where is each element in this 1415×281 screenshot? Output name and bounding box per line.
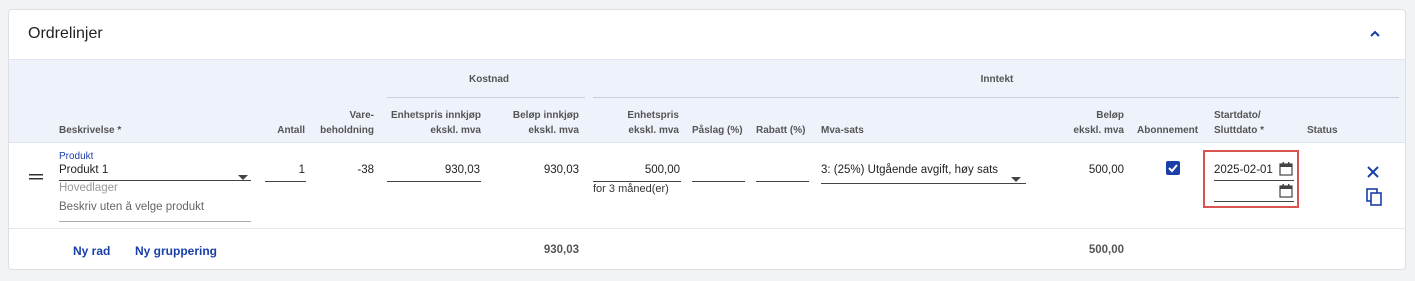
new-group-link[interactable]: Ny gruppering (135, 244, 217, 258)
unit-cost-input[interactable]: 930,03 (387, 164, 480, 176)
group-divider-income (593, 97, 1399, 98)
col-header-cost-amount-line1: Beløp innkjøp (512, 110, 579, 121)
chevron-up-icon[interactable] (1365, 24, 1385, 44)
start-date-underline (1214, 180, 1294, 181)
col-header-unit-cost-line2: ekskl. mva (430, 125, 481, 136)
period-note: for 3 måned(er) (593, 183, 669, 195)
col-header-amount-line2: ekskl. mva (1073, 125, 1124, 136)
discount-underline (756, 181, 809, 182)
group-label-income: Inntekt (980, 74, 1014, 85)
quantity-underline (265, 181, 306, 182)
col-header-amount: Beløp ekskl. mva (1049, 108, 1124, 138)
col-header-discount: Rabatt (%) (756, 125, 806, 136)
unit-cost-underline (387, 181, 481, 182)
end-date-underline (1214, 201, 1294, 202)
vat-select-underline (821, 183, 1026, 184)
close-icon[interactable] (1366, 165, 1380, 179)
col-header-vat: Mva-sats (821, 125, 864, 136)
col-header-quantity: Antall (277, 125, 305, 136)
copy-icon[interactable] (1366, 188, 1382, 206)
drag-handle-icon[interactable] (29, 168, 45, 180)
col-header-unit-cost-line1: Enhetspris innkjøp (390, 110, 481, 121)
col-header-unit-price: Enhetspris ekskl. mva (599, 108, 679, 138)
col-header-stock-line2: beholdning (320, 125, 374, 136)
caret-down-icon[interactable] (1011, 170, 1021, 182)
warehouse-field[interactable]: Hovedlager (59, 182, 118, 194)
new-row-link[interactable]: Ny rad (73, 244, 110, 258)
col-header-cost-amount: Beløp innkjøp ekskl. mva (489, 108, 579, 138)
col-header-cost-amount-line2: ekskl. mva (528, 125, 579, 136)
col-header-dates: Startdato/ Sluttdato * (1214, 108, 1264, 138)
col-header-status: Status (1307, 125, 1338, 136)
order-lines-panel: Ordrelinjer Kostnad Inntekt Beskrivelse … (8, 9, 1406, 270)
panel-title: Ordrelinjer (28, 25, 103, 42)
group-label-cost: Kostnad (469, 74, 509, 85)
col-header-dates-line2: Sluttdato * (1214, 125, 1264, 136)
product-select-underline (59, 180, 251, 181)
col-header-subscription: Abonnement (1137, 125, 1199, 136)
cost-total: 930,03 (543, 244, 579, 256)
start-date-input[interactable]: 2025-02-01 (1214, 164, 1273, 176)
product-select-value[interactable]: Produkt 1 (59, 164, 108, 176)
description-textarea[interactable] (59, 201, 251, 222)
col-header-description: Beskrivelse * (59, 125, 122, 136)
markup-underline (692, 181, 745, 182)
group-divider-cost (387, 97, 585, 98)
stock-value: -38 (357, 164, 374, 176)
amount-value: 500,00 (1088, 164, 1124, 176)
col-header-unit-cost: Enhetspris innkjøp ekskl. mva (379, 108, 481, 138)
quantity-input[interactable]: 1 (265, 164, 305, 176)
unit-price-input[interactable]: 500,00 (593, 164, 680, 176)
col-header-stock: Vare- beholdning (309, 108, 374, 138)
col-header-amount-line1: Beløp (1096, 110, 1124, 121)
col-header-markup: Påslag (%) (692, 125, 743, 136)
date-fields-highlight (1203, 150, 1299, 208)
caret-down-icon[interactable] (238, 168, 248, 180)
col-header-unit-price-line2: ekskl. mva (628, 125, 679, 136)
subscription-checkbox[interactable] (1166, 161, 1180, 175)
checkmark-icon (1168, 164, 1178, 173)
amount-total: 500,00 (1088, 244, 1124, 256)
product-label: Produkt (59, 151, 94, 162)
calendar-icon[interactable] (1279, 162, 1293, 176)
row-divider (9, 228, 1405, 229)
table-header: Kostnad Inntekt Beskrivelse * Antall Var… (9, 59, 1405, 143)
unit-price-underline (593, 181, 681, 182)
calendar-icon[interactable] (1279, 184, 1293, 198)
col-header-dates-line1: Startdato/ (1214, 110, 1261, 121)
cost-amount-value: 930,03 (543, 164, 579, 176)
col-header-unit-price-line1: Enhetspris (627, 110, 679, 121)
col-header-stock-line1: Vare- (349, 110, 374, 121)
panel-header[interactable]: Ordrelinjer (9, 10, 1405, 59)
vat-select-value[interactable]: 3: (25%) Utgående avgift, høy sats (821, 164, 1011, 176)
